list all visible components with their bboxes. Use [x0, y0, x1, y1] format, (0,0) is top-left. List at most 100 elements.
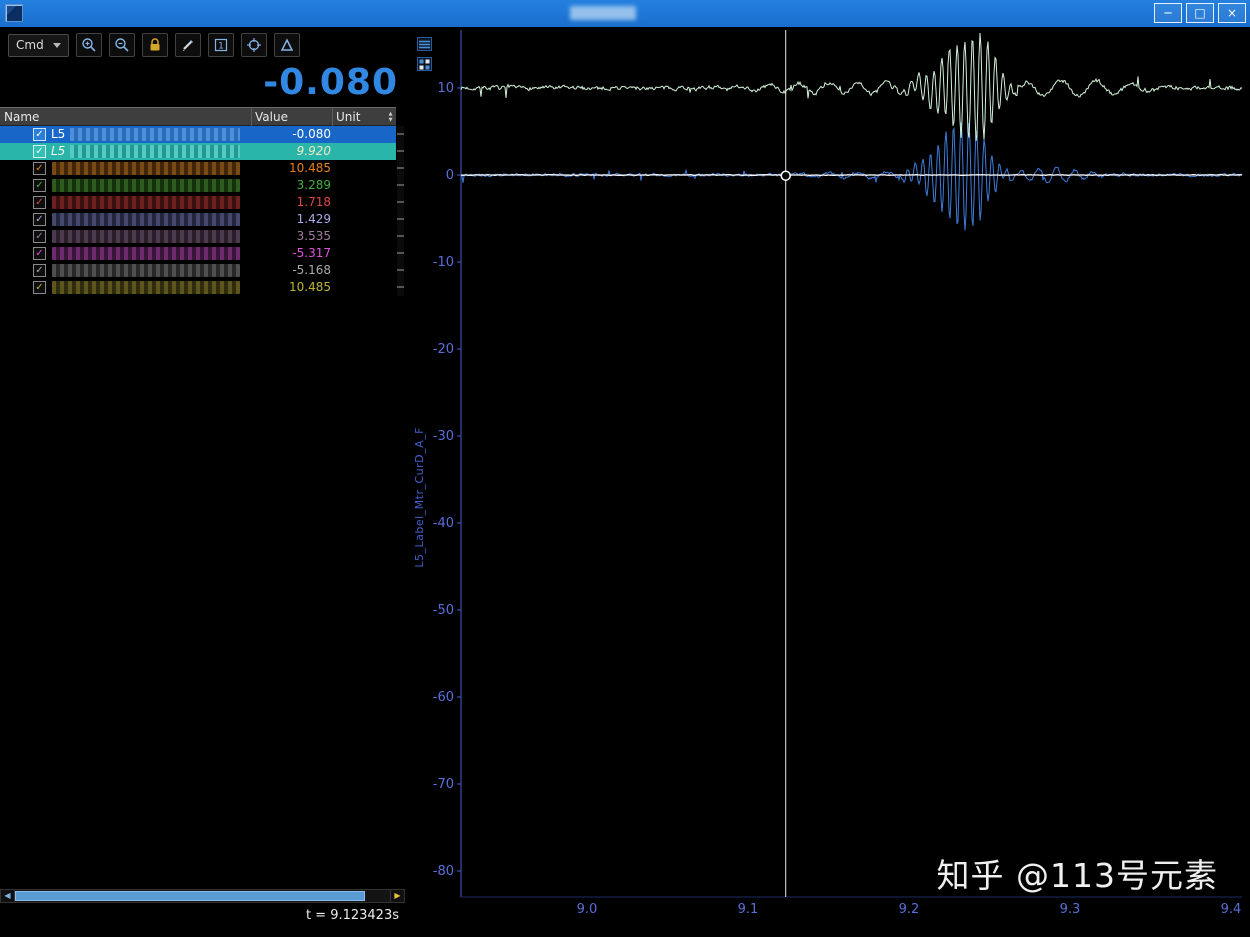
column-header-value[interactable]: Value	[255, 110, 288, 124]
y-tick-label: -70	[433, 777, 454, 792]
signal-name-redacted	[52, 213, 240, 226]
horizontal-scrollbar[interactable]: ◀ ▶	[0, 889, 405, 903]
y-tick-label: 0	[446, 168, 454, 183]
y-tick-label: -80	[433, 864, 454, 879]
column-divider[interactable]	[251, 108, 252, 127]
y-tick-label: 10	[437, 81, 454, 96]
row-checkbox[interactable]: ✓	[33, 264, 46, 277]
signal-name-redacted	[52, 179, 240, 192]
signal-name-redacted	[70, 145, 240, 158]
y-tick-label: -50	[433, 603, 454, 618]
signal-value: 3.289	[253, 179, 331, 192]
table-row[interactable]: ✓10.485	[0, 279, 396, 296]
signal-name: L5	[51, 128, 65, 141]
signal-value: -5.317	[253, 247, 331, 260]
scrollbar-thumb[interactable]	[15, 891, 365, 901]
table-row[interactable]: ✓ -5.317	[0, 245, 396, 262]
y-tick-label: -60	[433, 690, 454, 705]
signal-name-redacted	[70, 128, 240, 141]
chevron-down-icon	[53, 43, 61, 48]
table-row[interactable]: ✓3.535	[0, 228, 396, 245]
lock-icon	[147, 37, 163, 53]
chart-panel: 100-10-20-30-40-50-60-70-809.09.19.29.39…	[405, 27, 1250, 931]
row-checkbox[interactable]: ✓	[33, 281, 46, 294]
y-tick-label: -20	[433, 342, 454, 357]
x-tick-label: 9.1	[738, 902, 759, 917]
signal-name-redacted	[52, 162, 240, 175]
table-row[interactable]: ✓ 3.289	[0, 177, 396, 194]
table-scroll-spinner[interactable]: ▲ ▼	[386, 108, 395, 127]
chart-menu-button[interactable]	[417, 37, 432, 51]
table-row[interactable]: ✓ 1.429	[0, 211, 396, 228]
table-row[interactable]: ✓ 1.718	[0, 194, 396, 211]
y-tick-label: -30	[433, 429, 454, 444]
scroll-down-icon[interactable]: ▼	[389, 117, 393, 123]
signal-name-redacted	[52, 264, 240, 277]
signal-name-redacted	[52, 230, 240, 243]
crosshair-icon	[246, 37, 262, 53]
signal-name: L5	[51, 145, 65, 158]
app-window: ─ □ × Cmd	[0, 0, 1250, 931]
lock-button[interactable]	[142, 33, 168, 57]
column-header-name[interactable]: Name	[4, 110, 39, 124]
signal-value: 1.718	[253, 196, 331, 209]
window-title-redacted	[570, 6, 636, 20]
app-icon	[5, 4, 23, 22]
row-checkbox[interactable]: ✓	[33, 213, 46, 226]
cmd-dropdown[interactable]: Cmd	[8, 34, 69, 57]
waveform-trace-l5-cmd-white	[461, 175, 1242, 176]
row-checkbox[interactable]: ✓	[33, 162, 46, 175]
maximize-button[interactable]: □	[1186, 3, 1214, 23]
signal-name-redacted	[52, 196, 240, 209]
table-row[interactable]: ✓L59.920	[0, 143, 396, 160]
crosshair-button[interactable]	[241, 33, 267, 57]
table-row[interactable]: ✓ -5.168	[0, 262, 396, 279]
signal-name-redacted	[52, 281, 240, 294]
signal-value: 1.429	[253, 213, 331, 226]
x-tick-label: 9.3	[1060, 902, 1081, 917]
cursor-marker[interactable]	[781, 171, 790, 180]
signal-value: -0.080	[253, 128, 331, 141]
row-checkbox[interactable]: ✓	[33, 128, 46, 141]
signal-value: -5.168	[253, 264, 331, 277]
row-checkbox[interactable]: ✓	[33, 179, 46, 192]
cursor-time-status: t = 9.123423s	[0, 905, 399, 929]
close-button[interactable]: ×	[1218, 3, 1246, 23]
snap-one-icon: 1	[213, 37, 229, 53]
zoom-out-icon	[114, 37, 130, 53]
row-checkbox[interactable]: ✓	[33, 247, 46, 260]
zoom-in-button[interactable]	[76, 33, 102, 57]
row-checkbox[interactable]: ✓	[33, 145, 46, 158]
signal-name-redacted	[52, 247, 240, 260]
x-tick-label: 9.2	[899, 902, 920, 917]
watermark: 知乎 @113号元素	[937, 849, 1218, 897]
scroll-left-button[interactable]: ◀	[1, 890, 15, 902]
toolbar: Cmd	[0, 30, 405, 60]
zoom-out-button[interactable]	[109, 33, 135, 57]
y-tick-label: -10	[433, 255, 454, 270]
add-grid-icon	[419, 59, 430, 70]
column-header-unit[interactable]: Unit	[336, 110, 360, 124]
row-checkbox[interactable]: ✓	[33, 230, 46, 243]
scroll-right-button[interactable]: ▶	[390, 890, 404, 902]
row-checkbox[interactable]: ✓	[33, 196, 46, 209]
waveform-chart[interactable]: 100-10-20-30-40-50-60-70-809.09.19.29.39…	[405, 27, 1250, 931]
x-tick-label: 9.4	[1221, 902, 1242, 917]
waveform-trace-mtr-current-blue	[461, 123, 1242, 231]
table-row[interactable]: ✓10.485	[0, 160, 396, 177]
edit-button[interactable]	[175, 33, 201, 57]
table-vertical-scrollbar[interactable]	[397, 126, 404, 296]
chart-add-subplot-button[interactable]	[417, 57, 432, 71]
cursor-value-readout: -0.080	[0, 60, 398, 106]
table-row[interactable]: ✓ L5 -0.080	[0, 126, 396, 143]
minimize-button[interactable]: ─	[1154, 3, 1182, 23]
snap-one-glyph: 1	[218, 42, 224, 52]
column-divider[interactable]	[332, 108, 333, 127]
snap-one-button[interactable]: 1	[208, 33, 234, 57]
waveform-trace-l5-feedback-pale	[461, 33, 1242, 141]
delta-button[interactable]	[274, 33, 300, 57]
cmd-label: Cmd	[16, 38, 44, 52]
y-tick-label: -40	[433, 516, 454, 531]
zoom-in-icon	[81, 37, 97, 53]
titlebar[interactable]: ─ □ ×	[0, 0, 1250, 27]
